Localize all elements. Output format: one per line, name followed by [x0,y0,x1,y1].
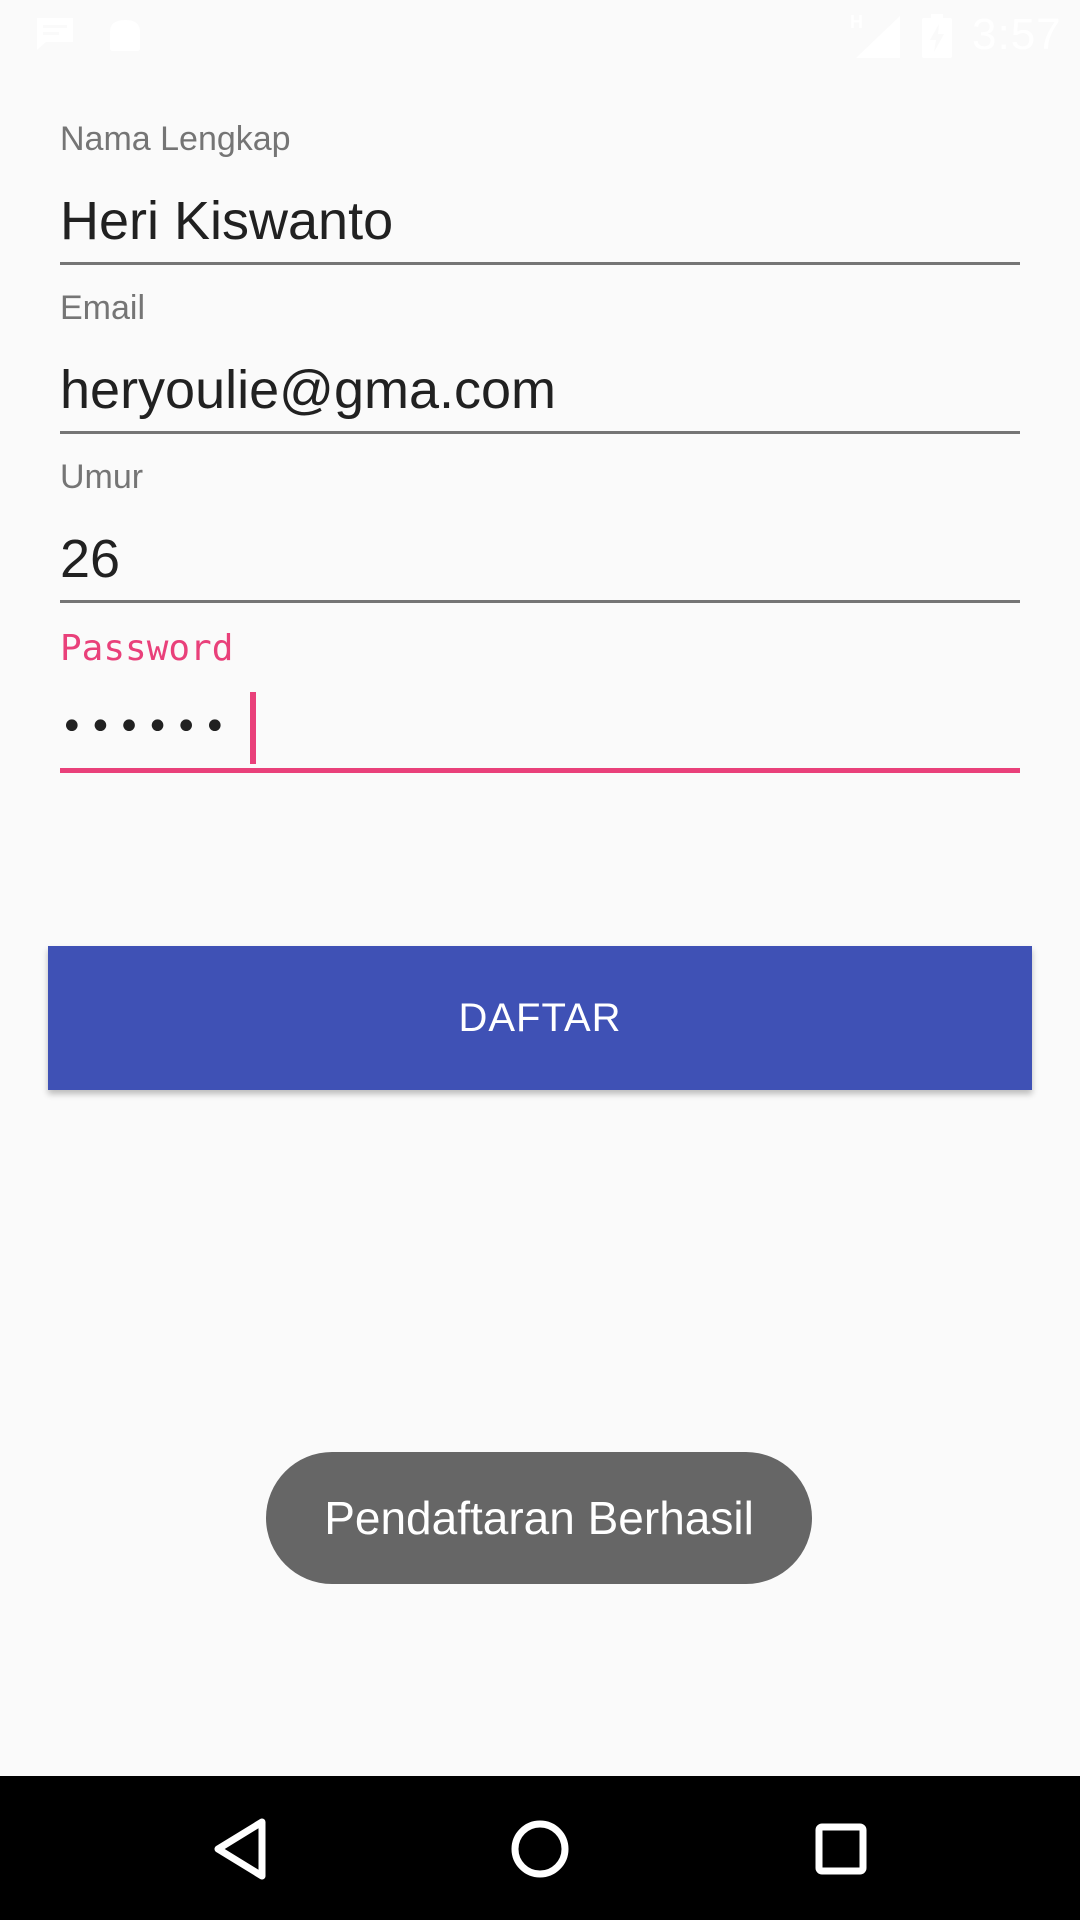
password-field-value: •••••• [60,704,232,750]
age-field[interactable]: Umur 26 [60,456,1020,606]
password-input[interactable]: •••••• [60,664,1020,764]
age-field-label: Umur [60,458,144,496]
register-button[interactable]: DAFTAR [48,946,1032,1090]
toast-text: Pendaftaran Berhasil [324,1492,754,1544]
email-field[interactable]: Email heryoulie@gma.com [60,287,1020,437]
status-bar: H 3:57 [0,0,1080,72]
recents-icon[interactable] [796,1804,886,1894]
name-field-underline [60,262,1020,265]
age-field-underline [60,600,1020,603]
password-field-underline [60,768,1020,773]
name-field[interactable]: Nama Lengkap Heri Kiswanto [60,118,1020,268]
message-icon [37,18,73,50]
battery-charging-icon [922,14,952,58]
email-field-label: Email [60,289,146,327]
back-icon[interactable] [196,1804,286,1894]
password-field-label: Password [60,628,234,669]
text-cursor [250,692,256,764]
toast-message: Pendaftaran Berhasil [266,1452,812,1584]
clock: 3:57 [972,10,1062,59]
navigation-bar [0,1776,1080,1920]
android-icon [110,20,140,51]
email-field-value[interactable]: heryoulie@gma.com [60,359,556,421]
password-field[interactable]: Password •••••• [60,624,1020,774]
name-field-value[interactable]: Heri Kiswanto [60,190,393,252]
email-field-underline [60,431,1020,434]
name-field-label: Nama Lengkap [60,120,291,158]
signal-icon [856,16,900,58]
age-field-value[interactable]: 26 [60,528,120,590]
home-icon[interactable] [495,1804,585,1894]
